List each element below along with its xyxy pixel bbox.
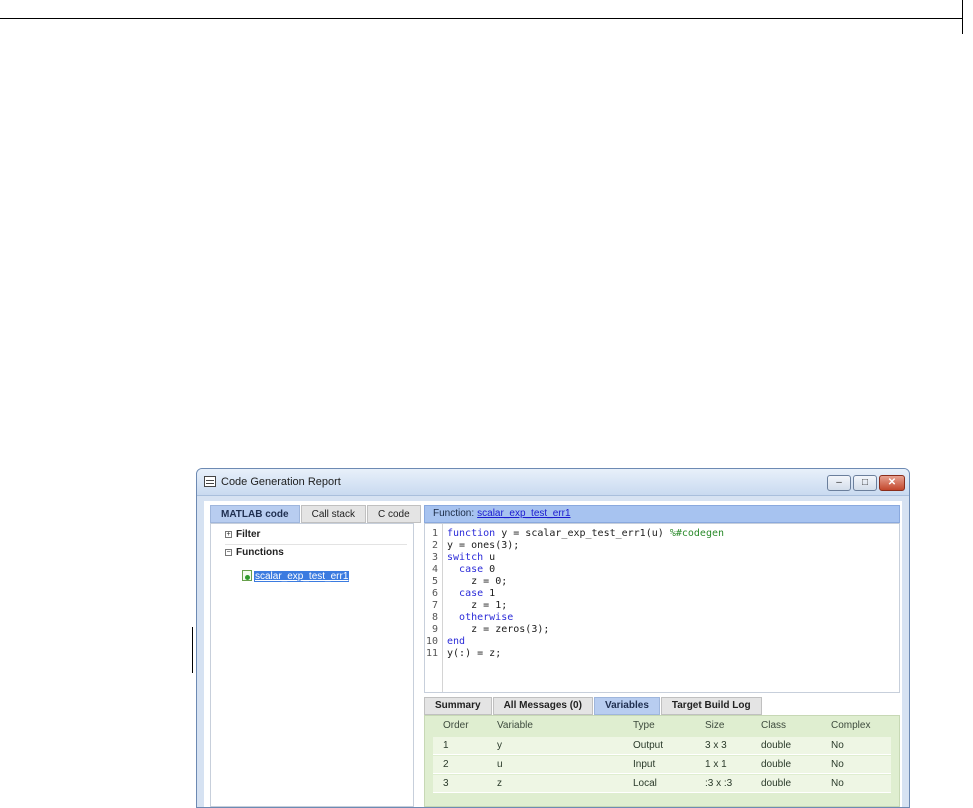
tree-filter-node[interactable]: + Filter (225, 528, 260, 542)
code-generation-report-window: Code Generation Report – □ ✕ MATLAB code… (196, 468, 910, 808)
figure-margin-mark (192, 627, 193, 673)
function-tree-item[interactable]: scalar_exp_test_err1 (242, 570, 350, 584)
code-line: 3 switch u (425, 552, 899, 564)
line-number: 11 (425, 648, 438, 659)
code-line: 9 z = zeros(3); (425, 624, 899, 636)
page-rule-tick (962, 0, 963, 34)
code-line: 7 z = 1; (425, 600, 899, 612)
table-row[interactable]: 3 z Local :3 x :3 double No (433, 775, 891, 793)
table-cell: 1 x 1 (705, 759, 727, 770)
expand-plus-icon[interactable]: + (225, 531, 232, 538)
table-cell: z (497, 778, 502, 789)
function-item-link[interactable]: scalar_exp_test_err1 (254, 571, 350, 582)
table-header-row: Order Variable Type Size Class Complex (433, 717, 891, 735)
line-number: 1 (431, 528, 438, 539)
code-text: z = 0; (471, 576, 508, 587)
line-number: 8 (431, 612, 438, 623)
code-line: 6 case 1 (425, 588, 899, 600)
code-viewer[interactable]: 1 function y = scalar_exp_test_err1(u) %#… (424, 523, 900, 693)
tab-variables[interactable]: Variables (593, 697, 660, 715)
table-cell: double (761, 778, 792, 789)
line-number: 9 (431, 624, 438, 635)
table-cell: 3 (443, 778, 449, 789)
close-button[interactable]: ✕ (879, 475, 905, 491)
code-text: case 1 (459, 588, 496, 599)
code-text: end (447, 636, 466, 647)
table-cell: Output (633, 740, 664, 751)
function-status-check-icon (242, 570, 252, 581)
functions-label: Functions (236, 547, 284, 558)
column-header: Type (633, 720, 655, 731)
table-cell: :3 x :3 (705, 778, 733, 789)
table-cell: Input (633, 759, 656, 770)
report-app-icon (204, 476, 216, 487)
variables-table: Order Variable Type Size Class Complex 1 y Outpu… (424, 715, 900, 807)
code-line: 10 end (425, 636, 899, 648)
collapse-minus-icon[interactable]: − (225, 549, 232, 556)
column-header: Size (705, 720, 725, 731)
report-content: MATLAB code Call stack C code + Filter − F… (204, 501, 902, 807)
code-line: 8 otherwise (425, 612, 899, 624)
code-text: case 0 (459, 564, 496, 575)
code-line: 5 z = 0; (425, 576, 899, 588)
title-bar: Code Generation Report – □ ✕ (197, 469, 909, 496)
table-row[interactable]: 1 y Output 3 x 3 double No (433, 737, 891, 755)
tab-summary[interactable]: Summary (424, 697, 492, 715)
tab-target-build-log[interactable]: Target Build Log (660, 697, 762, 715)
table-cell: Local (633, 778, 657, 789)
code-text: otherwise (459, 612, 514, 623)
code-line: 4 case 0 (425, 564, 899, 576)
left-tab-strip: MATLAB code Call stack C code (210, 505, 422, 523)
function-header: Function: scalar_exp_test_err1 (424, 505, 900, 523)
code-text: y(:) = z; (447, 648, 502, 659)
code-text: function y = scalar_exp_test_err1(u) %#c… (447, 528, 725, 539)
table-cell: double (761, 759, 792, 770)
tab-c-code[interactable]: C code (366, 505, 421, 523)
code-text: z = 1; (471, 600, 508, 611)
column-header: Variable (497, 720, 533, 731)
line-number: 2 (431, 540, 438, 551)
column-header: Class (761, 720, 787, 731)
bottom-tab-strip: Summary All Messages (0) Variables Targe… (424, 697, 763, 715)
tab-all-messages[interactable]: All Messages (0) (492, 697, 593, 715)
table-cell: No (831, 759, 844, 770)
table-cell: y (497, 740, 502, 751)
table-cell: No (831, 778, 844, 789)
window-title: Code Generation Report (221, 476, 341, 488)
code-text: z = zeros(3); (471, 624, 550, 635)
function-header-link[interactable]: scalar_exp_test_err1 (477, 508, 570, 519)
table-cell: double (761, 740, 792, 751)
table-row[interactable]: 2 u Input 1 x 1 double No (433, 756, 891, 774)
table-cell: 1 (443, 740, 449, 751)
function-header-prefix: Function: (433, 508, 475, 519)
column-header: Order (443, 720, 469, 731)
table-cell: No (831, 740, 844, 751)
function-tree-panel: + Filter − Functions scalar_exp_test_err1 (210, 523, 414, 807)
table-cell: u (497, 759, 503, 770)
line-number: 10 (425, 636, 438, 647)
maximize-button[interactable]: □ (853, 475, 877, 491)
filter-label: Filter (236, 529, 261, 540)
table-cell: 2 (443, 759, 449, 770)
tab-matlab-code[interactable]: MATLAB code (210, 505, 300, 523)
minimize-button[interactable]: – (827, 475, 851, 491)
code-text: switch u (447, 552, 496, 563)
code-line: 2 y = ones(3); (425, 540, 899, 552)
column-header: Complex (831, 720, 871, 731)
line-number: 4 (431, 564, 438, 575)
code-text: y = ones(3); (447, 540, 520, 551)
line-number: 5 (431, 576, 438, 587)
tree-functions-node[interactable]: − Functions (225, 546, 284, 560)
page-top-rule (0, 18, 963, 19)
code-line: 11 y(:) = z; (425, 648, 899, 660)
tree-divider (225, 544, 407, 545)
line-number: 7 (431, 600, 438, 611)
tab-call-stack[interactable]: Call stack (300, 505, 366, 523)
line-number: 6 (431, 588, 438, 599)
table-cell: 3 x 3 (705, 740, 727, 751)
code-line: 1 function y = scalar_exp_test_err1(u) %#… (425, 528, 899, 540)
line-number: 3 (431, 552, 438, 563)
